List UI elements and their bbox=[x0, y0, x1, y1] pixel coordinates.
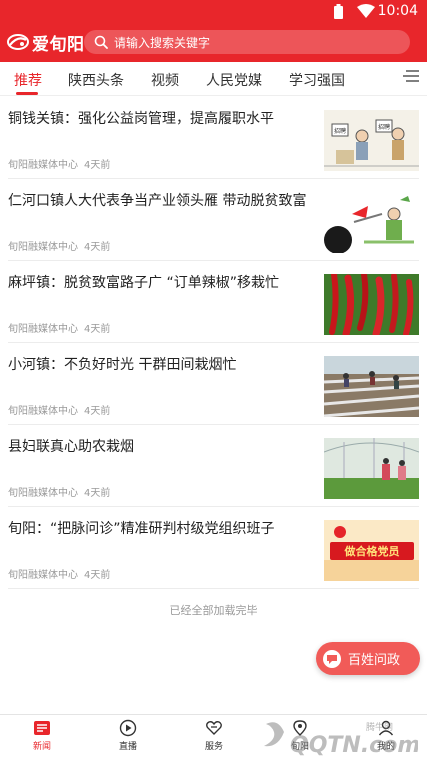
news-title: 铜钱关镇：强化公益岗管理，提高履职水平 bbox=[8, 111, 274, 127]
news-time: 4天前 bbox=[84, 160, 111, 171]
service-heart-icon bbox=[206, 721, 222, 735]
tab-xuexi-qiangguo[interactable]: 学习强国 bbox=[289, 70, 345, 90]
news-title: 县妇联真心助农栽烟 bbox=[8, 439, 134, 455]
news-time: 4天前 bbox=[84, 570, 111, 581]
news-meta: 旬阳融媒体中心 4天前 bbox=[8, 484, 110, 499]
app-header: 10:04 爱旬阳 请输入搜索关键字 bbox=[0, 0, 427, 62]
news-item[interactable]: 麻坪镇：脱贫致富路子广 “订单辣椒”移栽忙 旬阳融媒体中心 4天前 bbox=[8, 261, 419, 343]
play-icon bbox=[119, 719, 137, 737]
nav-services-label: 服务 bbox=[204, 742, 223, 752]
tab-peoples-party-media[interactable]: 人民党媒 bbox=[206, 70, 262, 90]
news-source: 旬阳融媒体中心 bbox=[8, 242, 78, 253]
news-source: 旬阳融媒体中心 bbox=[8, 488, 78, 499]
news-item[interactable]: 铜钱关镇：强化公益岗管理，提高履职水平 旬阳融媒体中心 4天前 招聘 招聘 bbox=[8, 97, 419, 179]
all-loaded-text: 已经全部加载完毕 bbox=[169, 604, 258, 617]
logo-text: 爱旬阳 bbox=[32, 34, 85, 55]
cartoon-sign-right: 招聘 bbox=[378, 123, 390, 131]
news-title: 仁河口镇人大代表争当产业领头雁 带动脱贫致富 bbox=[8, 193, 307, 209]
cartoon-sign-left: 招聘 bbox=[334, 127, 346, 135]
news-meta: 旬阳融媒体中心 4天前 bbox=[8, 320, 110, 335]
public-inquiry-button[interactable]: 百姓问政 bbox=[316, 642, 420, 675]
news-item[interactable]: 小河镇：不负好时光 干群田间栽烟忙 旬阳融媒体中心 4天前 bbox=[8, 343, 419, 425]
nav-news-label: 新闻 bbox=[32, 742, 51, 752]
news-source: 旬阳融媒体中心 bbox=[8, 324, 78, 335]
channel-tabs: 推荐 陕西头条 视频 人民党媒 学习强国 bbox=[0, 62, 427, 96]
nav-news[interactable]: 新闻 bbox=[22, 719, 62, 752]
tab-video[interactable]: 视频 bbox=[151, 70, 179, 90]
nav-live[interactable]: 直播 bbox=[108, 719, 148, 752]
news-title: 旬阳：“把脉问诊”精准研判村级党组织班子 bbox=[8, 521, 275, 537]
news-source: 旬阳融媒体中心 bbox=[8, 160, 78, 171]
battery-icon bbox=[334, 4, 343, 19]
news-meta: 旬阳融媒体中心 4天前 bbox=[8, 238, 110, 253]
news-item[interactable]: 旬阳：“把脉问诊”精准研判村级党组织班子 旬阳融媒体中心 4天前 做合格党员 bbox=[8, 507, 419, 589]
news-item[interactable]: 仁河口镇人大代表争当产业领头雁 带动脱贫致富 旬阳融媒体中心 4天前 bbox=[8, 179, 419, 261]
news-item[interactable]: 县妇联真心助农栽烟 旬阳融媒体中心 4天前 bbox=[8, 425, 419, 507]
channel-menu-icon[interactable] bbox=[403, 68, 419, 84]
news-title: 麻坪镇：脱贫致富路子广 “订单辣椒”移栽忙 bbox=[8, 275, 279, 291]
news-thumbnail bbox=[324, 438, 419, 499]
news-thumbnail: 招聘 招聘 bbox=[324, 110, 419, 171]
party-banner-text: 做合格党员 bbox=[344, 544, 400, 558]
news-meta: 旬阳融媒体中心 4天前 bbox=[8, 566, 110, 581]
watermark-small-text: 腾牛网 bbox=[366, 721, 393, 733]
chat-icon bbox=[323, 649, 341, 668]
status-bar: 10:04 bbox=[0, 0, 427, 24]
watermark-logo: 腾牛网 QQTN.com bbox=[264, 721, 418, 758]
news-meta: 旬阳融媒体中心 4天前 bbox=[8, 156, 110, 171]
logo-mark-icon bbox=[7, 34, 29, 50]
news-source: 旬阳融媒体中心 bbox=[8, 570, 78, 581]
tab-recommend[interactable]: 推荐 bbox=[14, 70, 42, 90]
news-thumbnail bbox=[324, 274, 419, 335]
nav-services[interactable]: 服务 bbox=[194, 719, 234, 752]
watermark-big-text: QQTN.com bbox=[290, 733, 418, 758]
nav-live-label: 直播 bbox=[118, 742, 137, 752]
wifi-icon bbox=[357, 4, 375, 18]
tab-shaanxi-headlines[interactable]: 陕西头条 bbox=[68, 70, 124, 90]
public-inquiry-label: 百姓问政 bbox=[348, 653, 401, 668]
status-time: 10:04 bbox=[377, 3, 418, 19]
active-tab-indicator bbox=[16, 92, 38, 95]
news-title: 小河镇：不负好时光 干群田间栽烟忙 bbox=[8, 357, 237, 373]
app-logo: 爱旬阳 bbox=[7, 30, 85, 55]
news-icon bbox=[34, 721, 50, 735]
news-source: 旬阳融媒体中心 bbox=[8, 406, 78, 417]
news-time: 4天前 bbox=[84, 488, 111, 499]
news-thumbnail bbox=[324, 356, 419, 417]
search-placeholder: 请输入搜索关键字 bbox=[114, 35, 211, 50]
search-bar[interactable]: 请输入搜索关键字 bbox=[84, 30, 410, 54]
news-time: 4天前 bbox=[84, 242, 111, 253]
news-time: 4天前 bbox=[84, 406, 111, 417]
search-icon bbox=[94, 35, 108, 49]
news-thumbnail bbox=[324, 192, 419, 253]
news-meta: 旬阳融媒体中心 4天前 bbox=[8, 402, 110, 417]
news-time: 4天前 bbox=[84, 324, 111, 335]
news-thumbnail: 做合格党员 bbox=[324, 520, 419, 581]
